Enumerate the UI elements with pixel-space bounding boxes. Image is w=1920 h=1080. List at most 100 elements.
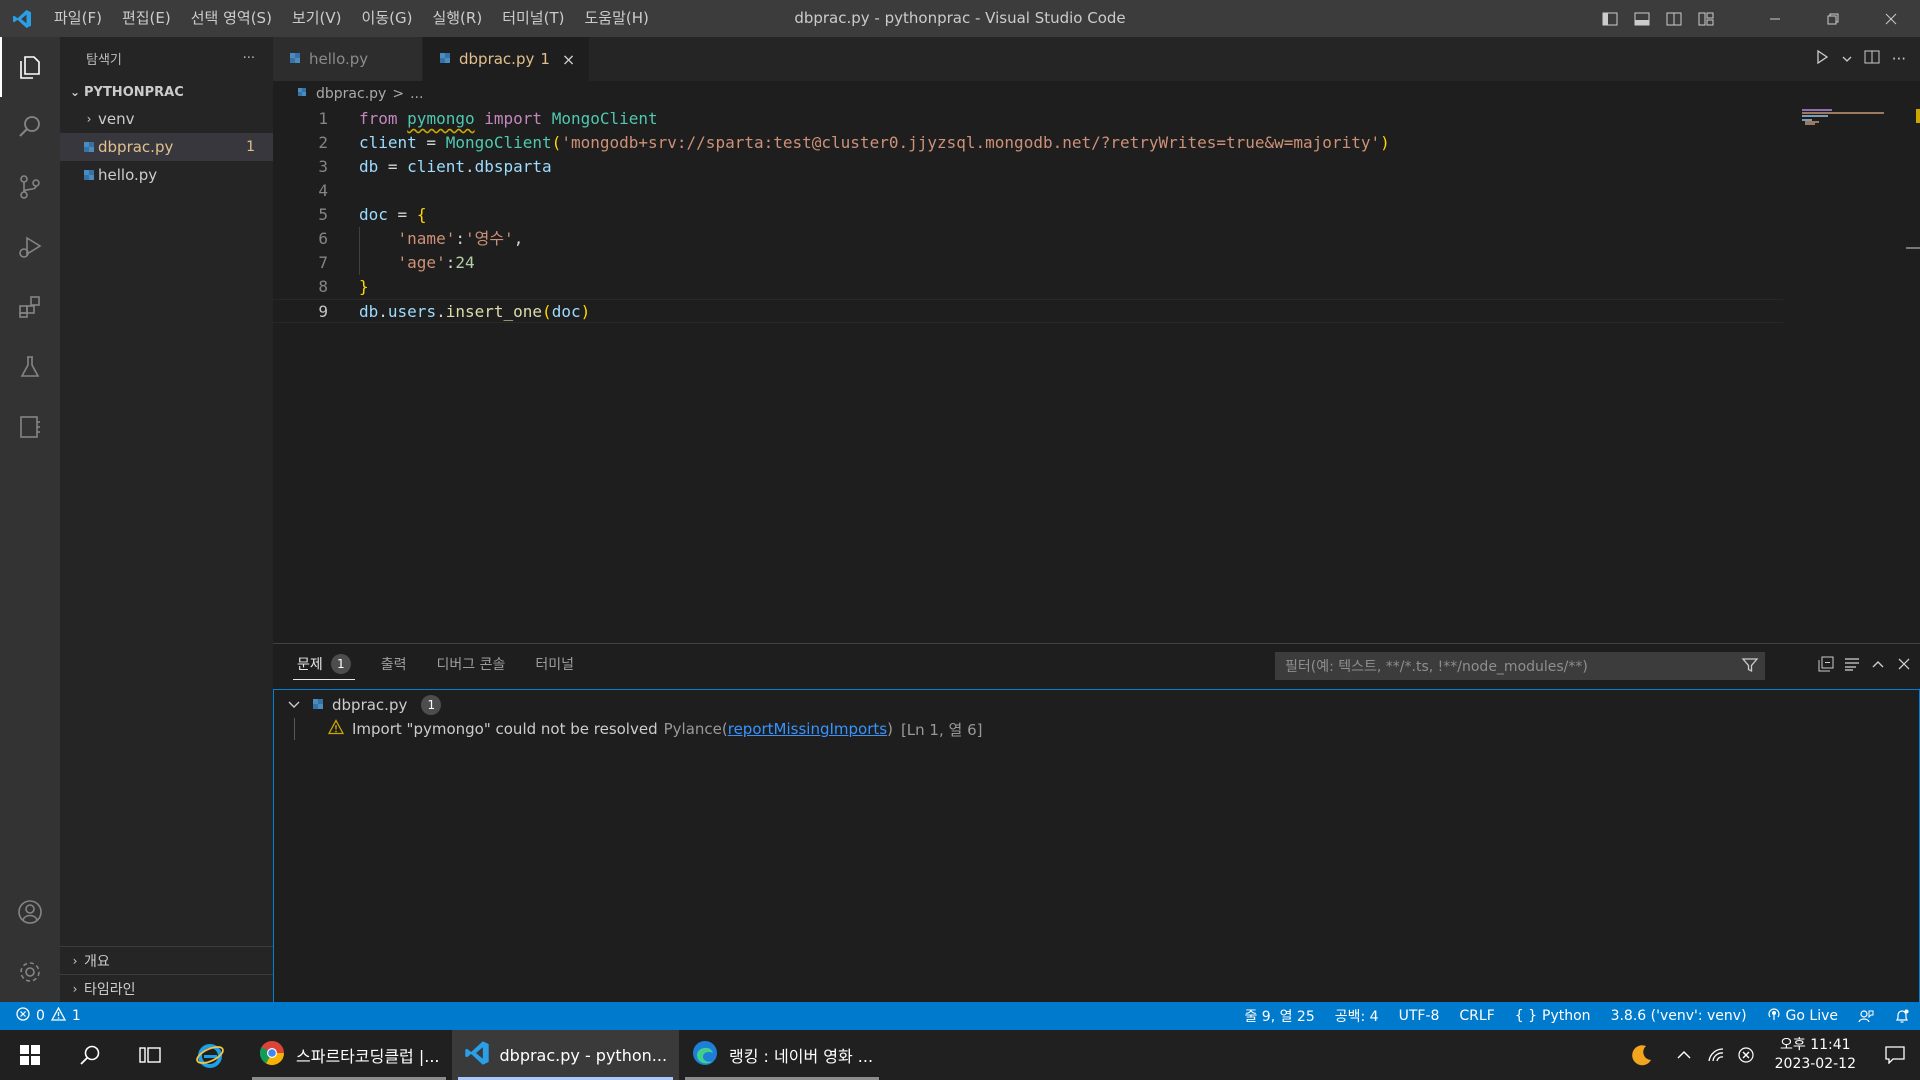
menu-run[interactable]: 실행(R) bbox=[422, 0, 492, 37]
tree-item-hello[interactable]: hello.py bbox=[60, 161, 273, 189]
menu-bar: 파일(F) 편집(E) 선택 영역(S) 보기(V) 이동(G) 실행(R) 터… bbox=[44, 0, 659, 37]
split-editor-icon[interactable] bbox=[1864, 49, 1880, 69]
code-line: 6 'name':'영수', bbox=[273, 227, 1783, 251]
taskbar-app-chrome[interactable]: 스파르타코딩클럽 |... bbox=[246, 1030, 452, 1080]
tab-output[interactable]: 출력 bbox=[381, 644, 407, 684]
code-line: 5 doc = { bbox=[273, 203, 1783, 227]
explorer-icon[interactable] bbox=[0, 37, 60, 97]
show-hidden-icons-chevron-icon[interactable] bbox=[1667, 1030, 1701, 1080]
volume-muted-icon[interactable] bbox=[1731, 1030, 1761, 1080]
close-window-icon[interactable] bbox=[1862, 0, 1920, 37]
feedback-icon[interactable] bbox=[1848, 1008, 1884, 1024]
taskbar-app-label: 스파르타코딩클럽 |... bbox=[296, 1047, 440, 1066]
workspace-section[interactable]: ⌄ PYTHONPRAC bbox=[60, 79, 273, 105]
menu-go[interactable]: 이동(G) bbox=[352, 0, 423, 37]
taskbar-clock[interactable]: 오후 11:41 2023-02-12 bbox=[1761, 1036, 1870, 1074]
tab-label: 디버그 콘솔 bbox=[436, 657, 506, 673]
remote-explorer-icon[interactable] bbox=[0, 397, 60, 457]
menu-terminal[interactable]: 터미널(T) bbox=[492, 0, 574, 37]
breadcrumb-file[interactable]: dbprac.py bbox=[316, 86, 386, 102]
accounts-icon[interactable] bbox=[0, 882, 60, 942]
run-dropdown-chevron-icon[interactable] bbox=[1842, 50, 1852, 68]
menu-file[interactable]: 파일(F) bbox=[44, 0, 112, 37]
restore-icon[interactable] bbox=[1804, 0, 1862, 37]
internet-explorer-icon[interactable] bbox=[180, 1030, 240, 1080]
notifications-bell-icon[interactable] bbox=[1884, 1008, 1920, 1024]
tab-dbprac[interactable]: dbprac.py 1 × bbox=[423, 37, 591, 81]
end-of-line[interactable]: CRLF bbox=[1449, 1008, 1504, 1024]
braces-icon: { } bbox=[1514, 1008, 1538, 1024]
problems-list: dbprac.py 1 Import "pymongo" could not b… bbox=[273, 689, 1920, 1003]
tab-problems[interactable]: 문제 1 bbox=[293, 644, 355, 684]
collapse-all-icon[interactable] bbox=[1818, 656, 1834, 676]
minimap[interactable] bbox=[1796, 107, 1906, 643]
network-icon[interactable] bbox=[1701, 1030, 1731, 1080]
tab-terminal[interactable]: 터미널 bbox=[535, 644, 574, 684]
search-icon[interactable] bbox=[60, 1030, 120, 1080]
token: dbsparta bbox=[474, 157, 552, 176]
customize-layout-icon[interactable] bbox=[1690, 0, 1722, 37]
taskbar-app-edge[interactable]: 랭킹 : 네이버 영화 ... bbox=[679, 1030, 885, 1080]
problem-code-link[interactable]: reportMissingImports bbox=[728, 720, 887, 738]
problem-file-row[interactable]: dbprac.py 1 bbox=[288, 693, 442, 717]
timeline-section[interactable]: › 타임라인 bbox=[60, 974, 273, 1002]
menu-view[interactable]: 보기(V) bbox=[282, 0, 352, 37]
toggle-secondary-sidebar-icon[interactable] bbox=[1658, 0, 1690, 37]
search-icon[interactable] bbox=[0, 97, 60, 157]
problems-status[interactable]: 0 1 bbox=[0, 1006, 81, 1025]
token: db bbox=[359, 157, 379, 176]
outline-section[interactable]: › 개요 bbox=[60, 946, 273, 974]
breadcrumb-symbols[interactable]: ... bbox=[410, 86, 423, 102]
editor-more-actions-icon[interactable]: ··· bbox=[1892, 50, 1906, 68]
code-line: 7 'age':24 bbox=[273, 251, 1783, 275]
line-number: 7 bbox=[318, 253, 328, 272]
workspace-name: PYTHONPRAC bbox=[84, 84, 184, 100]
night-light-moon-icon[interactable] bbox=[1617, 1030, 1667, 1080]
action-center-notification-icon[interactable] bbox=[1870, 1030, 1920, 1080]
run-python-file-icon[interactable] bbox=[1814, 49, 1830, 69]
tab-hello[interactable]: hello.py bbox=[273, 37, 423, 81]
testing-icon[interactable] bbox=[0, 337, 60, 397]
go-live-button[interactable]: Go Live bbox=[1757, 1007, 1848, 1025]
cursor-position[interactable]: 줄 9, 열 25 bbox=[1234, 1006, 1324, 1026]
tab-label: dbprac.py bbox=[459, 50, 535, 68]
run-debug-icon[interactable] bbox=[0, 217, 60, 277]
encoding[interactable]: UTF-8 bbox=[1389, 1008, 1450, 1024]
problem-row[interactable]: Import "pymongo" could not be resolved P… bbox=[327, 717, 982, 741]
windows-start-icon[interactable] bbox=[0, 1030, 60, 1080]
toggle-panel-icon[interactable] bbox=[1626, 0, 1658, 37]
extensions-icon[interactable] bbox=[0, 277, 60, 337]
minimize-icon[interactable] bbox=[1746, 0, 1804, 37]
tab-label: 문제 bbox=[297, 657, 323, 673]
token: insert_one bbox=[445, 302, 543, 321]
tab-problem-badge: 1 bbox=[540, 50, 550, 68]
filter-icon[interactable] bbox=[1741, 656, 1759, 678]
tree-item-venv[interactable]: › venv bbox=[60, 105, 273, 133]
token: 'age' bbox=[397, 253, 446, 272]
problems-count-badge: 1 bbox=[330, 654, 351, 674]
settings-gear-icon[interactable] bbox=[0, 942, 60, 1002]
view-as-table-icon[interactable] bbox=[1844, 656, 1860, 676]
more-actions-icon[interactable]: ··· bbox=[243, 51, 255, 66]
menu-edit[interactable]: 편집(E) bbox=[112, 0, 181, 37]
tab-debug-console[interactable]: 디버그 콘솔 bbox=[437, 644, 506, 684]
language-mode[interactable]: { } Python bbox=[1505, 1008, 1601, 1024]
problems-filter-input[interactable]: 필터(예: 텍스트, **/*.ts, !**/node_modules/**) bbox=[1275, 652, 1765, 680]
toggle-primary-sidebar-icon[interactable] bbox=[1594, 0, 1626, 37]
explorer-sidebar: 탐색기 ··· ⌄ PYTHONPRAC › venv dbprac.py 1 … bbox=[60, 37, 273, 1002]
code-line: 2 client = MongoClient('mongodb+srv://sp… bbox=[273, 131, 1783, 155]
taskbar-app-vscode[interactable]: dbprac.py - python... bbox=[451, 1030, 680, 1080]
close-tab-icon[interactable]: × bbox=[562, 50, 575, 69]
close-panel-icon[interactable] bbox=[1896, 656, 1912, 676]
menu-help[interactable]: 도움말(H) bbox=[574, 0, 658, 37]
code-editor[interactable]: 1 from pymongo import MongoClient 2 clie… bbox=[273, 107, 1920, 643]
python-interpreter[interactable]: 3.8.6 ('venv': venv) bbox=[1601, 1008, 1757, 1024]
source-control-icon[interactable] bbox=[0, 157, 60, 217]
indentation[interactable]: 공백: 4 bbox=[1325, 1006, 1389, 1026]
problem-message: Import "pymongo" could not be resolved bbox=[352, 720, 658, 738]
maximize-panel-icon[interactable] bbox=[1870, 656, 1886, 676]
tree-item-dbprac[interactable]: dbprac.py 1 bbox=[60, 133, 273, 161]
menu-selection[interactable]: 선택 영역(S) bbox=[181, 0, 282, 37]
task-view-icon[interactable] bbox=[120, 1030, 180, 1080]
token: : bbox=[445, 253, 456, 272]
